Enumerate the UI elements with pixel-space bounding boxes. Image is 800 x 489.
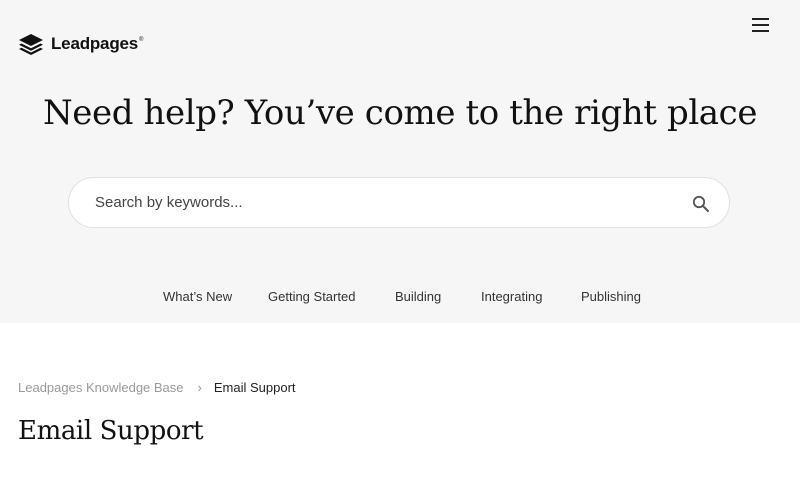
breadcrumb-current: Email Support [213,380,296,395]
nav-item-integrating[interactable]: Integrating [481,289,542,304]
search-icon[interactable] [692,195,710,213]
hamburger-menu-icon[interactable] [748,14,773,36]
hero-headline: Need help? You’ve come to the right plac… [42,93,758,133]
nav-item-whats-new[interactable]: What’s New [163,289,232,304]
search-input[interactable] [95,178,675,227]
breadcrumb-separator: › [197,380,202,395]
registered-mark: ® [139,37,144,43]
page-title: Email Support [18,416,204,446]
leadpages-logo[interactable]: Leadpages® [18,33,143,55]
nav-item-getting-started[interactable]: Getting Started [268,289,355,304]
stacked-layers-icon [19,34,43,55]
main-content: Leadpages Knowledge Base › Email Support E… [0,323,800,489]
breadcrumb-root-link[interactable]: Leadpages Knowledge Base [18,380,184,395]
logo-wordmark: Leadpages® [51,34,144,53]
search-bar [68,177,730,228]
nav-item-building[interactable]: Building [395,289,441,304]
hero-section: Leadpages® Need help? You’ve come to the… [0,0,800,323]
nav-item-publishing[interactable]: Publishing [581,289,641,304]
breadcrumb: Leadpages Knowledge Base › Email Support [18,380,296,395]
